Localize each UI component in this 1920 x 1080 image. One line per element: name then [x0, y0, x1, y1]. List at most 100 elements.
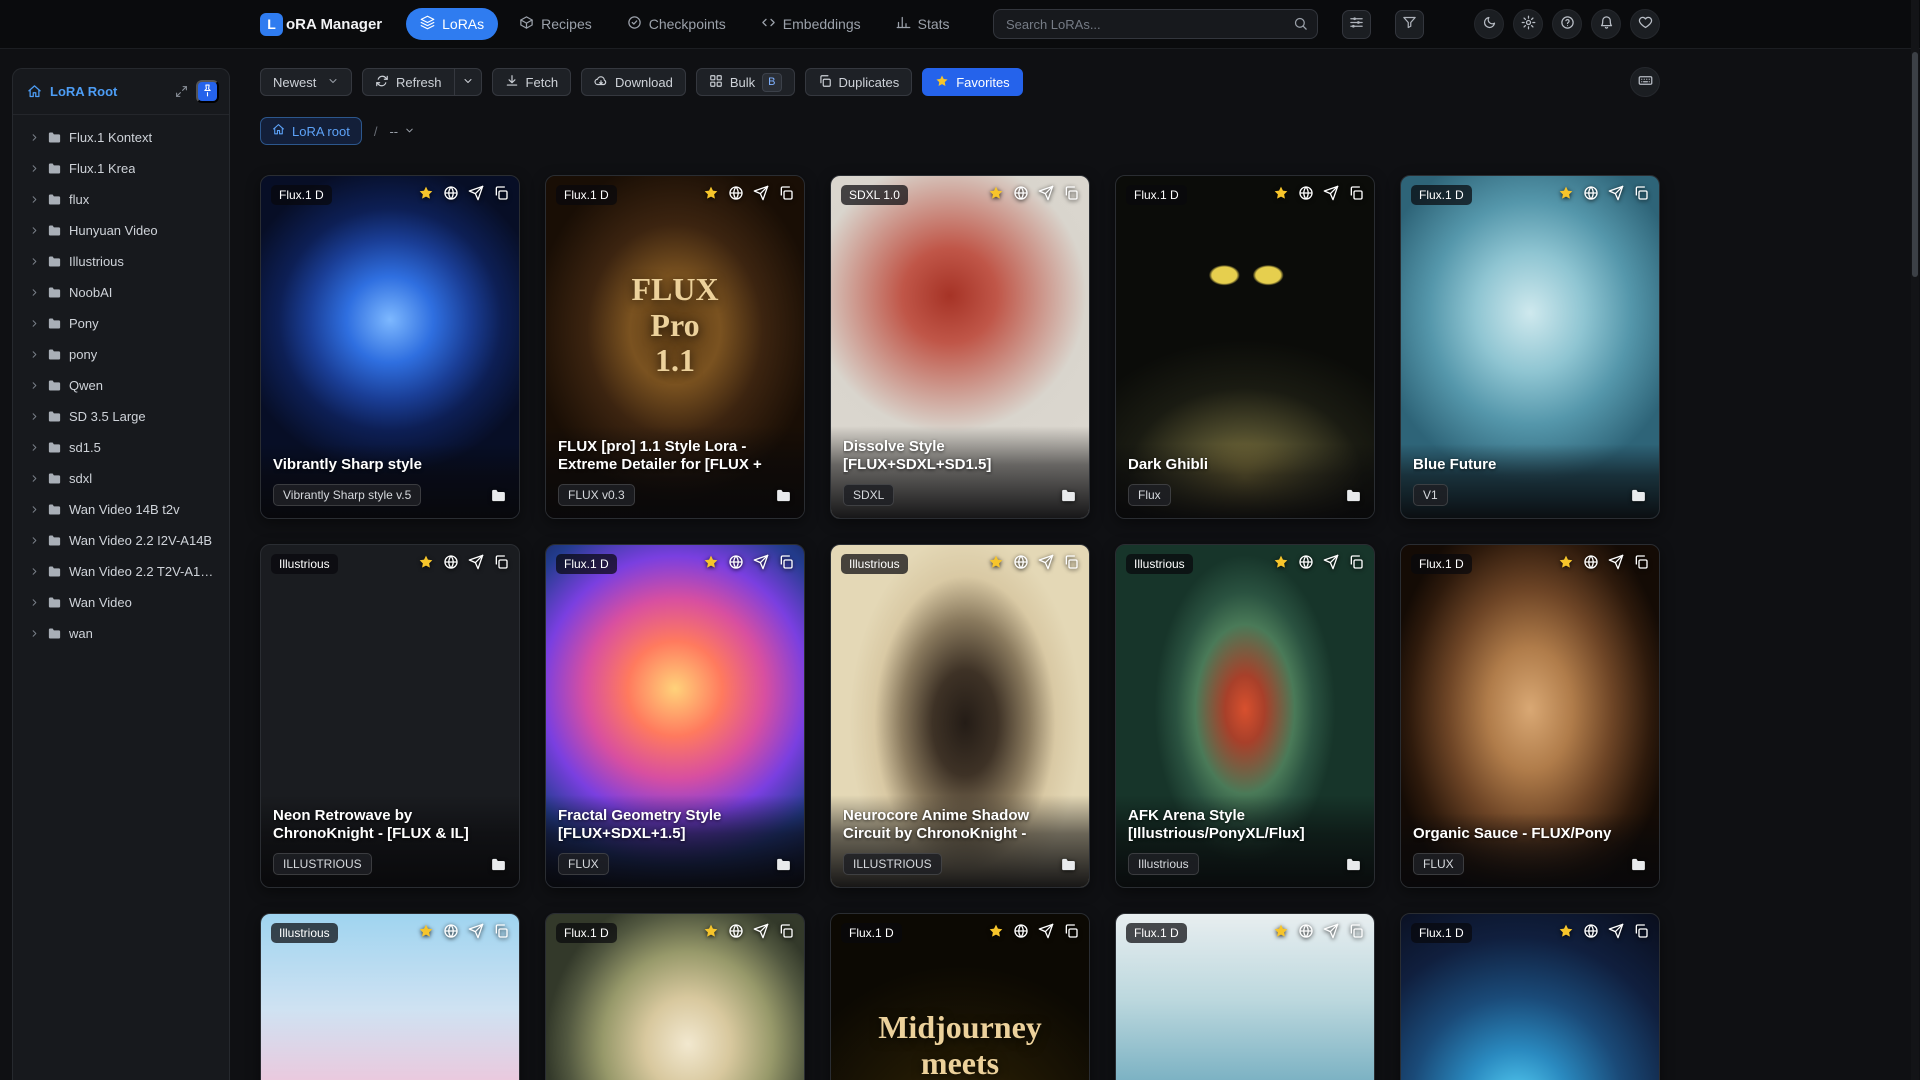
pin-sidebar-button[interactable] [196, 80, 219, 103]
lora-card[interactable]: Flux.1 D Vibrantly Sharp style Vibrantly S… [260, 175, 520, 519]
copy-icon[interactable] [1063, 554, 1079, 570]
copy-icon[interactable] [1348, 923, 1364, 939]
lora-card[interactable]: Illustrious [260, 913, 520, 1080]
copy-icon[interactable] [493, 923, 509, 939]
globe-icon[interactable] [1583, 923, 1599, 939]
filter-sliders-button[interactable] [1342, 9, 1371, 39]
globe-icon[interactable] [1013, 554, 1029, 570]
expand-tree-icon[interactable] [175, 85, 188, 98]
sidebar-folder-item[interactable]: Wan Video 2.2 T2V-A14B [18, 556, 224, 587]
sidebar-folder-item[interactable]: Wan Video 2.2 I2V-A14B [18, 525, 224, 556]
lora-card[interactable]: Illustrious Neurocore Anime Shadow Circui… [830, 544, 1090, 888]
chevron-right-icon[interactable] [29, 287, 40, 298]
copy-icon[interactable] [778, 923, 794, 939]
copy-icon[interactable] [1633, 185, 1649, 201]
send-icon[interactable] [753, 923, 769, 939]
favorite-star-icon[interactable] [703, 185, 719, 201]
sidebar-folder-item[interactable]: sdxl [18, 463, 224, 494]
nav-stats[interactable]: Stats [882, 8, 964, 40]
nav-recipes[interactable]: Recipes [505, 8, 606, 40]
sort-select[interactable]: Newest [260, 68, 352, 96]
lora-card[interactable]: Illustrious Neon Retrowave by ChronoKnigh… [260, 544, 520, 888]
favorite-star-icon[interactable] [703, 554, 719, 570]
move-folder-icon[interactable] [1630, 856, 1647, 873]
nav-checkpoints[interactable]: Checkpoints [613, 8, 740, 40]
send-icon[interactable] [1038, 185, 1054, 201]
copy-icon[interactable] [1633, 554, 1649, 570]
globe-icon[interactable] [728, 923, 744, 939]
globe-icon[interactable] [1298, 923, 1314, 939]
sidebar-folder-item[interactable]: Illustrious [18, 246, 224, 277]
favorite-star-icon[interactable] [1273, 923, 1289, 939]
copy-icon[interactable] [1348, 185, 1364, 201]
globe-icon[interactable] [1583, 554, 1599, 570]
chevron-right-icon[interactable] [29, 597, 40, 608]
filter-funnel-button[interactable] [1395, 9, 1424, 39]
send-icon[interactable] [468, 185, 484, 201]
nav-embeddings[interactable]: Embeddings [747, 8, 875, 40]
move-folder-icon[interactable] [1345, 487, 1362, 504]
globe-icon[interactable] [1583, 185, 1599, 201]
bulk-button[interactable]: Bulk B [695, 68, 795, 96]
version-badge[interactable]: FLUX v0.3 [558, 484, 635, 506]
copy-icon[interactable] [1348, 554, 1364, 570]
copy-icon[interactable] [493, 554, 509, 570]
send-icon[interactable] [1323, 185, 1339, 201]
chevron-right-icon[interactable] [29, 473, 40, 484]
favorite-star-icon[interactable] [418, 554, 434, 570]
globe-icon[interactable] [1298, 185, 1314, 201]
favorite-star-icon[interactable] [988, 185, 1004, 201]
send-icon[interactable] [1608, 185, 1624, 201]
keyboard-shortcuts-button[interactable] [1630, 67, 1660, 97]
favorite-star-icon[interactable] [1273, 554, 1289, 570]
send-icon[interactable] [753, 554, 769, 570]
chevron-right-icon[interactable] [29, 380, 40, 391]
favorites-toggle-button[interactable] [1630, 9, 1660, 39]
sidebar-folder-item[interactable]: wan [18, 618, 224, 649]
send-icon[interactable] [1323, 923, 1339, 939]
send-icon[interactable] [1038, 554, 1054, 570]
duplicates-button[interactable]: Duplicates [804, 68, 913, 96]
lora-card[interactable]: Flux.1 D Dark Ghibli Flux [1115, 175, 1375, 519]
help-button[interactable] [1552, 9, 1582, 39]
globe-icon[interactable] [443, 185, 459, 201]
fetch-button[interactable]: Fetch [491, 68, 572, 96]
sidebar-folder-item[interactable]: Hunyuan Video [18, 215, 224, 246]
copy-icon[interactable] [1063, 923, 1079, 939]
move-folder-icon[interactable] [490, 487, 507, 504]
lora-card[interactable]: Illustrious AFK Arena Style [Illustrious/… [1115, 544, 1375, 888]
globe-icon[interactable] [728, 185, 744, 201]
globe-icon[interactable] [1013, 923, 1029, 939]
nav-loras[interactable]: LoRAs [406, 8, 499, 40]
chevron-right-icon[interactable] [29, 132, 40, 143]
chevron-right-icon[interactable] [29, 535, 40, 546]
version-badge[interactable]: FLUX [558, 853, 609, 875]
send-icon[interactable] [468, 923, 484, 939]
chevron-right-icon[interactable] [29, 194, 40, 205]
lora-card[interactable]: FLUX Pro 1.1 Flux.1 D FLUX [pro] 1.1 Style… [545, 175, 805, 519]
send-icon[interactable] [1608, 923, 1624, 939]
version-badge[interactable]: FLUX [1413, 853, 1464, 875]
chevron-right-icon[interactable] [29, 318, 40, 329]
send-icon[interactable] [1608, 554, 1624, 570]
favorite-star-icon[interactable] [1558, 554, 1574, 570]
sidebar-folder-item[interactable]: pony [18, 339, 224, 370]
search-icon[interactable] [1293, 16, 1308, 31]
sidebar-folder-item[interactable]: SD 3.5 Large [18, 401, 224, 432]
chevron-right-icon[interactable] [29, 504, 40, 515]
version-badge[interactable]: ILLUSTRIOUS [273, 853, 372, 875]
sidebar-folder-item[interactable]: Pony [18, 308, 224, 339]
version-badge[interactable]: V1 [1413, 484, 1448, 506]
chevron-right-icon[interactable] [29, 225, 40, 236]
send-icon[interactable] [468, 554, 484, 570]
lora-card[interactable]: Midjourney meets Flux.1 D [830, 913, 1090, 1080]
move-folder-icon[interactable] [1345, 856, 1362, 873]
sidebar-folder-item[interactable]: Flux.1 Kontext [18, 122, 224, 153]
version-badge[interactable]: Illustrious [1128, 853, 1199, 875]
refresh-dropdown-button[interactable] [454, 68, 482, 96]
chevron-right-icon[interactable] [29, 349, 40, 360]
favorite-star-icon[interactable] [1558, 923, 1574, 939]
favorite-star-icon[interactable] [418, 923, 434, 939]
settings-button[interactable] [1513, 9, 1543, 39]
favorite-star-icon[interactable] [988, 554, 1004, 570]
